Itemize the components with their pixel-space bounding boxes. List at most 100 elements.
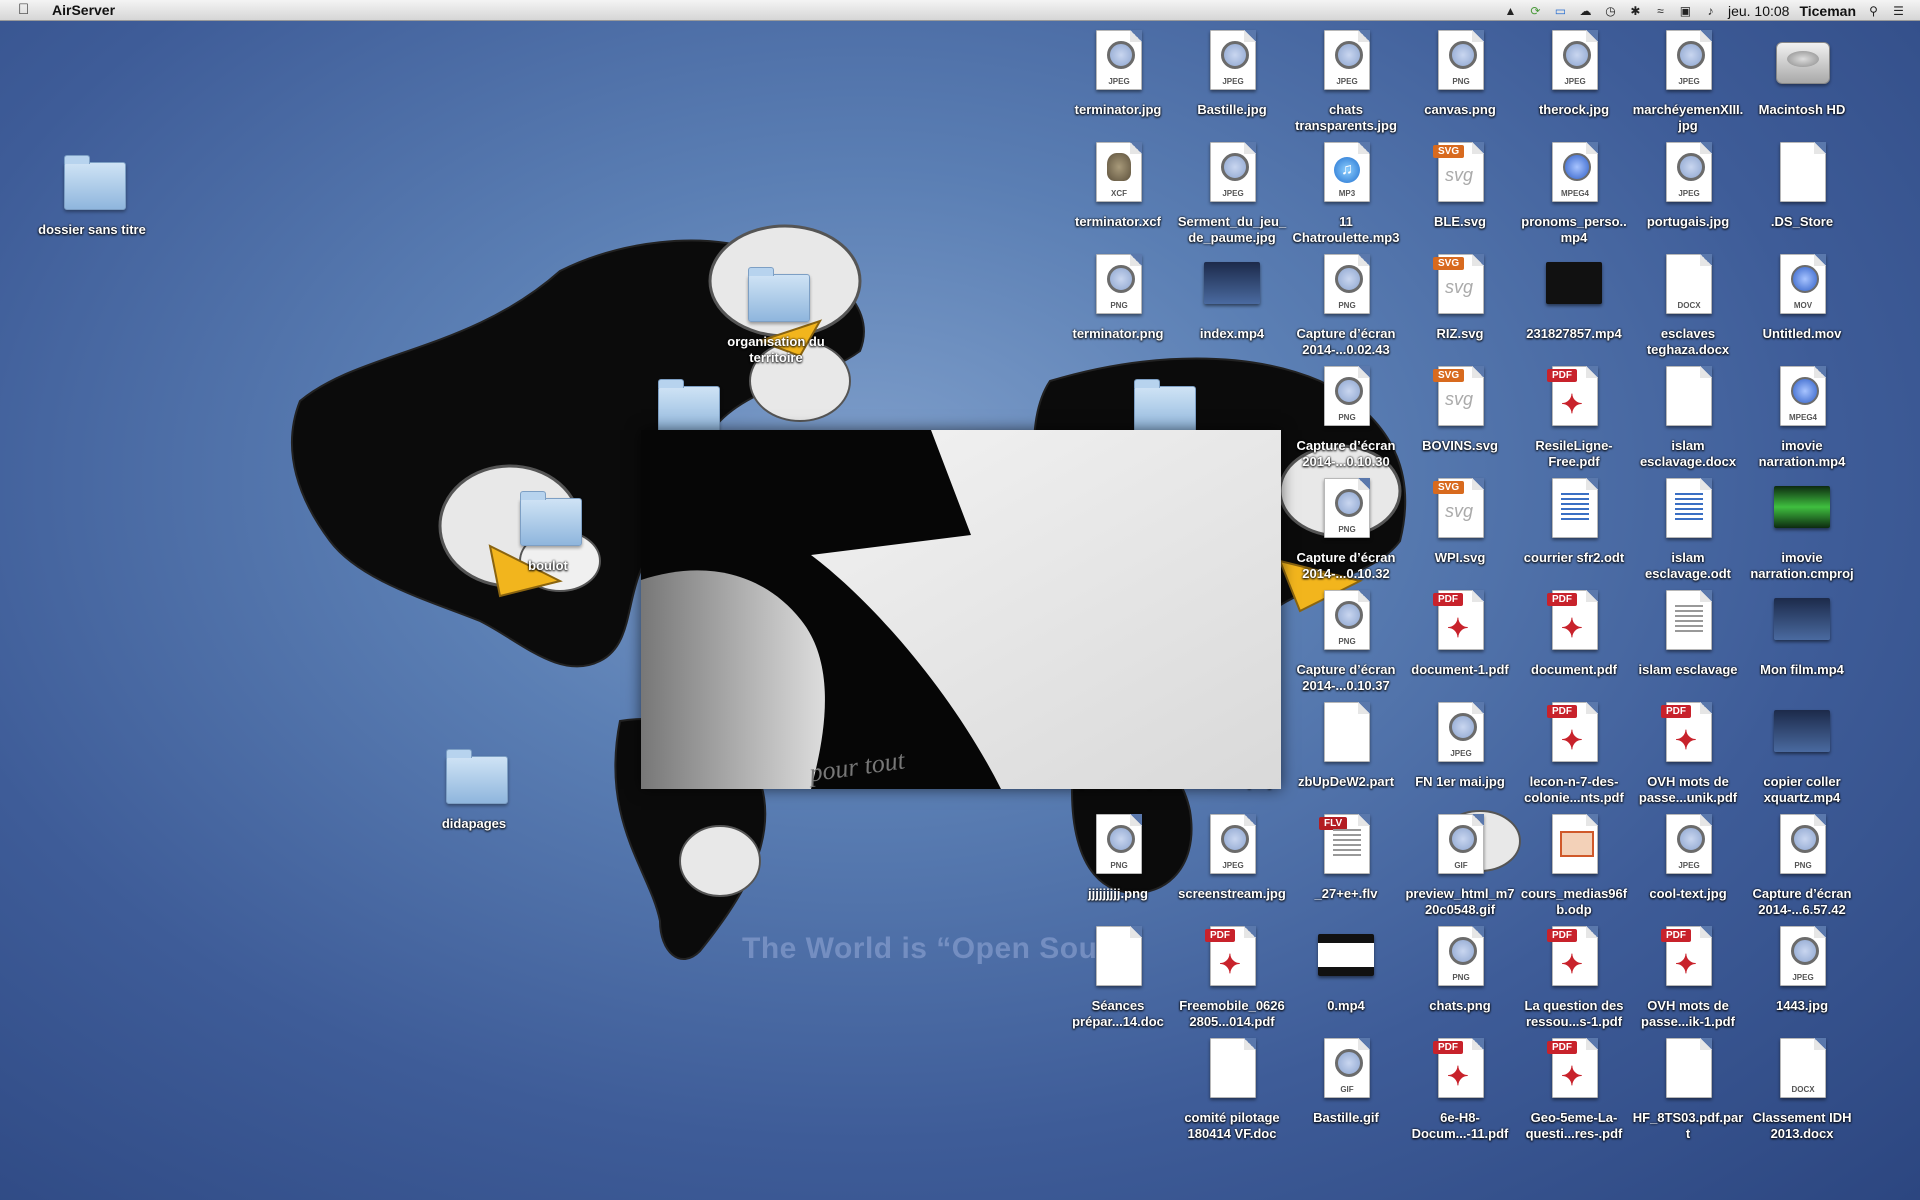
desktop-icon[interactable]: Séances prépar...14.doc	[1062, 924, 1174, 1030]
desktop-icon[interactable]: JPEG FN 1er mai.jpg	[1404, 700, 1516, 790]
menubar-user[interactable]: Ticeman	[1799, 3, 1856, 19]
desktop-icon[interactable]: PDF ✦ La question des ressou...s-1.pdf	[1518, 924, 1630, 1030]
desktop-icon[interactable]: PNG Capture d’écran 2014-...0.02.43	[1290, 252, 1402, 358]
desktop-icon[interactable]: SVG svg BLE.svg	[1404, 140, 1516, 230]
desktop-icon[interactable]: imovie narration.cmproj	[1746, 476, 1858, 582]
desktop-icon[interactable]: islam esclavage.docx	[1632, 364, 1744, 470]
icon-thumbnail: MPEG4	[1772, 364, 1832, 432]
desktop-icon[interactable]: 0.mp4	[1290, 924, 1402, 1014]
desktop-icon-label: 11 Chatroulette.mp3	[1292, 214, 1400, 245]
airplay-icon[interactable]: ▭	[1553, 4, 1568, 18]
wallpaper-slogan: The World is “Open Sour	[742, 932, 1110, 965]
desktop-icon[interactable]: PDF ✦ document-1.pdf	[1404, 588, 1516, 678]
desktop-icon[interactable]: HF_8TS03.pdf.part	[1632, 1036, 1744, 1142]
desktop-icon[interactable]: MOV Untitled.mov	[1746, 252, 1858, 342]
desktop-icon[interactable]: .DS_Store	[1746, 140, 1858, 230]
wifi-icon[interactable]: ≈	[1653, 4, 1668, 18]
svg-file-icon: SVG svg	[1433, 478, 1484, 538]
desktop-icon[interactable]: GIF Bastille.gif	[1290, 1036, 1402, 1126]
desktop-icon[interactable]: PNG canvas.png	[1404, 28, 1516, 118]
desktop-icon[interactable]: XCF terminator.xcf	[1062, 140, 1174, 230]
desktop-icon-label: Capture d’écran 2014-...0.02.43	[1296, 326, 1396, 357]
desktop-icon[interactable]: PDF ✦ Geo-5eme-La-questi...res-.pdf	[1518, 1036, 1630, 1142]
desktop-icon[interactable]: PDF ✦ OVH mots de passe...unik.pdf	[1632, 700, 1744, 806]
desktop-icon[interactable]: JPEG chats transparents.jpg	[1290, 28, 1402, 134]
icon-thumbnail: PNG	[1088, 252, 1148, 320]
notification-center-icon[interactable]: ☰	[1891, 4, 1906, 18]
desktop-icon[interactable]: PNG chats.png	[1404, 924, 1516, 1014]
desktop-icon[interactable]: SVG svg RIZ.svg	[1404, 252, 1516, 342]
desktop-icon[interactable]: PNG Capture d’écran 2014-...6.57.42	[1746, 812, 1858, 918]
desktop-icon[interactable]: PNG Capture d’écran 2014-...0.10.37	[1290, 588, 1402, 694]
desktop-icon[interactable]: ♫ MP3 11 Chatroulette.mp3	[1290, 140, 1402, 246]
desktop-icon[interactable]: DOCX Classement IDH 2013.docx	[1746, 1036, 1858, 1142]
time-machine-icon[interactable]: ◷	[1603, 4, 1618, 18]
desktop-icon-label: imovie narration.mp4	[1758, 438, 1846, 469]
desktop-icon[interactable]: GIF preview_html_m720c0548.gif	[1404, 812, 1516, 918]
desktop-icon[interactable]: dossier sans titre	[36, 148, 148, 238]
icon-thumbnail: PDF ✦	[1430, 588, 1490, 656]
image-file-icon: GIF	[1438, 814, 1484, 874]
blank-document-icon	[1096, 926, 1142, 986]
desktop-icon[interactable]: PDF ✦ OVH mots de passe...ik-1.pdf	[1632, 924, 1744, 1030]
desktop-icon[interactable]: MPEG4 imovie narration.mp4	[1746, 364, 1858, 470]
app-menu-airserver[interactable]: AirServer	[52, 2, 115, 18]
desktop-icon[interactable]: 231827857.mp4	[1518, 252, 1630, 342]
desktop-icon[interactable]: PNG Capture d’écran 2014-...0.10.30	[1290, 364, 1402, 470]
desktop-icon[interactable]: Mon film.mp4	[1746, 588, 1858, 678]
sync-icon[interactable]: ⟳	[1528, 4, 1543, 18]
desktop-icon[interactable]: comité pilotage 180414 VF.doc	[1176, 1036, 1288, 1142]
desktop-icon[interactable]: copier coller xquartz.mp4	[1746, 700, 1858, 806]
spotlight-icon[interactable]: ⚲	[1866, 4, 1881, 18]
desktop-icon[interactable]: JPEG terminator.jpg	[1062, 28, 1174, 118]
desktop-icon-label: BOVINS.svg	[1422, 438, 1498, 453]
desktop-icon[interactable]: SVG svg BOVINS.svg	[1404, 364, 1516, 454]
desktop-icon-label: cool-text.jpg	[1649, 886, 1727, 901]
desktop-icon[interactable]: islam esclavage.odt	[1632, 476, 1744, 582]
desktop-icon[interactable]: organisation du territoire	[720, 260, 832, 366]
desktop-icon[interactable]: JPEG 1443.jpg	[1746, 924, 1858, 1014]
apple-menu-icon[interactable]: 	[18, 1, 29, 18]
desktop-icon[interactable]: PDF ✦ lecon-n-7-des-colonie...nts.pdf	[1518, 700, 1630, 806]
odt-document-icon	[1552, 478, 1598, 538]
desktop-icon[interactable]: didapages	[418, 742, 530, 832]
desktop-icon[interactable]: JPEG therock.jpg	[1518, 28, 1630, 118]
desktop-icon[interactable]: PNG Capture d’écran 2014-...0.10.32	[1290, 476, 1402, 582]
desktop-icon[interactable]: PNG jjjjjjjjj.png	[1062, 812, 1174, 902]
airserver-preview-window[interactable]: pour tout	[641, 430, 1281, 789]
desktop-icon-label: zbUpDeW2.part	[1297, 774, 1395, 789]
desktop-icon[interactable]: courrier sfr2.odt	[1518, 476, 1630, 566]
desktop-icon[interactable]: boulot	[492, 484, 604, 574]
desktop-icon[interactable]: PDF ✦ document.pdf	[1518, 588, 1630, 678]
desktop-icon[interactable]: cours_medias96fb.odp	[1518, 812, 1630, 918]
desktop-icon[interactable]: MPEG4 pronoms_perso..mp4	[1518, 140, 1630, 246]
desktop-icon[interactable]: Macintosh HD	[1746, 28, 1858, 118]
volume-icon[interactable]: ♪	[1703, 4, 1718, 18]
desktop-icon[interactable]: DOCX esclaves teghaza.docx	[1632, 252, 1744, 358]
desktop-icon[interactable]: JPEG Bastille.jpg	[1176, 28, 1288, 118]
desktop-icon-label: therock.jpg	[1538, 102, 1610, 117]
menubar-clock[interactable]: jeu. 10:08	[1728, 3, 1790, 19]
desktop-icon-label: Bastille.gif	[1313, 1110, 1379, 1125]
google-drive-icon[interactable]: ▲	[1503, 4, 1518, 18]
blank-document-icon	[1324, 702, 1370, 762]
bluetooth-icon[interactable]: ✱	[1628, 4, 1643, 18]
desktop-icon-label: BLE.svg	[1433, 214, 1486, 229]
desktop-icon[interactable]: JPEG portugais.jpg	[1632, 140, 1744, 230]
desktop-icon[interactable]: index.mp4	[1176, 252, 1288, 342]
cloud-icon[interactable]: ☁	[1578, 4, 1593, 18]
desktop-icon[interactable]: SVG svg WPI.svg	[1404, 476, 1516, 566]
input-source-icon[interactable]: ▣	[1678, 4, 1693, 18]
desktop-icon[interactable]: PDF ✦ 6e-H8-Docum...-11.pdf	[1404, 1036, 1516, 1142]
desktop-icon[interactable]: zbUpDeW2.part	[1290, 700, 1402, 790]
desktop-icon[interactable]: PNG terminator.png	[1062, 252, 1174, 342]
desktop-icon[interactable]: JPEG cool-text.jpg	[1632, 812, 1744, 902]
image-file-icon: JPEG	[1666, 814, 1712, 874]
desktop-icon[interactable]: JPEG screenstream.jpg	[1176, 812, 1288, 902]
desktop-icon[interactable]: JPEG Serment_du_jeu_de_paume.jpg	[1176, 140, 1288, 246]
desktop-icon[interactable]: FLV _27+e+.flv	[1290, 812, 1402, 902]
desktop-icon[interactable]: islam esclavage	[1632, 588, 1744, 678]
desktop-icon[interactable]: PDF ✦ Freemobile_06262805...014.pdf	[1176, 924, 1288, 1030]
desktop-icon[interactable]: PDF ✦ ResileLigne-Free.pdf	[1518, 364, 1630, 470]
desktop-icon[interactable]: JPEG marchéyemenXIII.jpg	[1632, 28, 1744, 134]
